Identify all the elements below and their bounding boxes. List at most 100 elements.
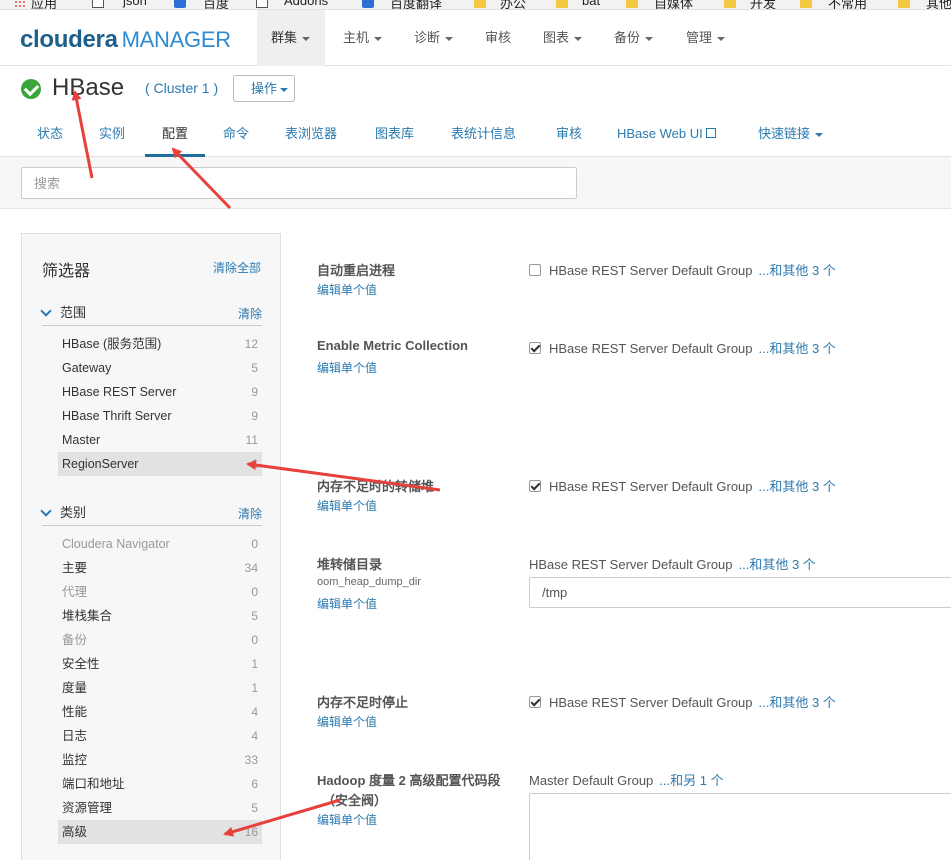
setting-name-line2: （安全阀） — [322, 793, 388, 808]
bookmark-rare[interactable]: 不常用 — [828, 0, 867, 9]
more-groups-link[interactable]: ...和其他 3 个 — [759, 341, 836, 356]
tab-status[interactable]: 状态 — [37, 113, 63, 157]
filter-category-item[interactable]: 安全性 1 — [58, 652, 262, 676]
good-health-icon — [21, 79, 41, 99]
filter-category-item: Cloudera Navigator 0 — [62, 537, 258, 551]
apps-icon[interactable] — [14, 0, 26, 8]
chevron-down-icon — [374, 36, 383, 41]
nav-clusters[interactable]: 群集 — [257, 10, 325, 66]
tab-configuration[interactable]: 配置 — [145, 113, 205, 157]
edit-individual-link[interactable]: 编辑单个值 — [317, 811, 377, 828]
page-icon — [92, 0, 104, 8]
filter-category-item[interactable]: 堆栈集合 5 — [58, 604, 262, 628]
clear-all-link[interactable]: 清除全部 — [213, 259, 261, 276]
bookmark-json[interactable]: json — [123, 0, 147, 8]
cluster-link[interactable]: ( Cluster 1 ) — [145, 80, 218, 96]
setting-name: 内存不足时停止 — [317, 695, 409, 710]
filter-scope-item[interactable]: HBase (服务范围) 12 — [58, 332, 262, 356]
tab-table-statistics[interactable]: 表统计信息 — [451, 113, 516, 157]
bookmarks-bar: 应用 json 百度 Addons 百度翻译 办公 bat 自媒体 开发 不常用… — [0, 0, 951, 10]
setting-group-label: Master Default Group ...和另 1 个 — [529, 773, 724, 788]
tab-table-browser[interactable]: 表浏览器 — [285, 113, 337, 157]
clear-category-link[interactable]: 清除 — [238, 505, 262, 522]
setting-checkbox-row: HBase REST Server Default Group ...和其他 3 … — [529, 260, 836, 278]
tab-commands[interactable]: 命令 — [223, 113, 249, 157]
scope-section-header[interactable]: 范围 清除 — [40, 304, 262, 326]
nav-backup[interactable]: 备份 — [614, 10, 654, 66]
folder-icon — [724, 0, 736, 8]
setting-checkbox[interactable] — [529, 264, 541, 276]
edit-individual-link[interactable]: 编辑单个值 — [317, 281, 377, 298]
top-navbar: cloudera MANAGER 群集 主机 诊断 审核 图表 备份 管理 — [0, 10, 951, 66]
filter-category-item[interactable]: 端口和地址 6 — [58, 772, 262, 796]
filter-category-item-selected[interactable]: 高级 16 — [58, 820, 262, 844]
folder-icon — [626, 0, 638, 8]
baidu-icon — [174, 0, 186, 8]
tab-quick-links[interactable]: 快速链接 — [758, 113, 824, 157]
external-link-icon — [705, 128, 716, 138]
translate-icon — [362, 0, 374, 8]
setting-checkbox[interactable] — [529, 696, 541, 708]
edit-individual-link[interactable]: 编辑单个值 — [317, 713, 377, 730]
service-title: HBase — [52, 74, 125, 101]
clear-scope-link[interactable]: 清除 — [238, 305, 262, 322]
bookmark-bat[interactable]: bat — [582, 0, 600, 8]
chevron-down-icon — [40, 305, 52, 317]
safety-valve-textarea[interactable] — [529, 793, 951, 860]
bookmark-baidu[interactable]: 百度 — [203, 0, 229, 9]
edit-individual-link[interactable]: 编辑单个值 — [317, 497, 377, 514]
chevron-down-icon — [815, 132, 824, 137]
filter-scope-item[interactable]: Master 11 — [58, 428, 262, 452]
bookmark-apps[interactable]: 应用 — [31, 0, 57, 9]
bookmark-media[interactable]: 自媒体 — [654, 0, 693, 9]
chevron-down-icon — [280, 87, 288, 92]
setting-checkbox[interactable] — [529, 480, 541, 492]
service-tabs: 状态 实例 配置 命令 表浏览器 图表库 表统计信息 审核 HBase Web … — [0, 113, 951, 157]
bookmark-other[interactable]: 其他 — [926, 0, 951, 9]
chevron-down-icon — [574, 36, 583, 41]
edit-individual-link[interactable]: 编辑单个值 — [317, 595, 377, 612]
nav-hosts[interactable]: 主机 — [343, 10, 383, 66]
tab-instances[interactable]: 实例 — [99, 113, 125, 157]
setting-checkbox[interactable] — [529, 342, 541, 354]
nav-audits[interactable]: 审核 — [485, 10, 511, 66]
search-input[interactable] — [21, 167, 577, 199]
page-icon — [256, 0, 268, 8]
bookmark-baidu-translate[interactable]: 百度翻译 — [390, 0, 442, 9]
more-groups-link[interactable]: ...和其他 3 个 — [739, 557, 816, 572]
nav-diagnostics[interactable]: 诊断 — [414, 10, 454, 66]
setting-key: oom_heap_dump_dir — [317, 576, 421, 588]
nav-charts[interactable]: 图表 — [543, 10, 583, 66]
nav-admin[interactable]: 管理 — [686, 10, 726, 66]
filter-category-item[interactable]: 资源管理 5 — [58, 796, 262, 820]
more-groups-link[interactable]: ...和其他 3 个 — [759, 263, 836, 278]
tab-chart-library[interactable]: 图表库 — [375, 113, 414, 157]
filter-category-item[interactable]: 度量 1 — [58, 676, 262, 700]
bookmark-addons[interactable]: Addons — [284, 0, 328, 8]
more-groups-link[interactable]: ...和另 1 个 — [659, 773, 723, 788]
bookmark-office[interactable]: 办公 — [500, 0, 526, 9]
chevron-down-icon — [645, 36, 654, 41]
more-groups-link[interactable]: ...和其他 3 个 — [759, 479, 836, 494]
heap-dump-dir-input[interactable] — [529, 577, 951, 608]
filter-category-item[interactable]: 主要 34 — [58, 556, 262, 580]
filter-category-item[interactable]: 日志 4 — [58, 724, 262, 748]
actions-button[interactable]: 操作 — [233, 75, 295, 102]
filter-scope-item[interactable]: HBase REST Server 9 — [58, 380, 262, 404]
tab-audits[interactable]: 审核 — [556, 113, 582, 157]
category-section-header[interactable]: 类别 清除 — [40, 504, 262, 526]
bookmark-dev[interactable]: 开发 — [750, 0, 776, 9]
filter-category-item: 备份 0 — [62, 633, 258, 647]
more-groups-link[interactable]: ...和其他 3 个 — [759, 695, 836, 710]
cloudera-logo[interactable]: cloudera MANAGER — [20, 26, 231, 54]
filter-scope-item[interactable]: HBase Thrift Server 9 — [58, 404, 262, 428]
edit-individual-link[interactable]: 编辑单个值 — [317, 359, 377, 376]
chevron-down-icon — [302, 36, 311, 41]
filter-category-item[interactable]: 性能 4 — [58, 700, 262, 724]
filter-scope-item[interactable]: Gateway 5 — [58, 356, 262, 380]
tab-hbase-web-ui[interactable]: HBase Web UI — [617, 113, 716, 157]
setting-checkbox-row: HBase REST Server Default Group ...和其他 3 … — [529, 476, 836, 494]
setting-name: 堆转储目录 — [317, 557, 383, 572]
filter-scope-item-selected[interactable]: RegionServer 1 — [58, 452, 262, 476]
filter-category-item[interactable]: 监控 33 — [58, 748, 262, 772]
